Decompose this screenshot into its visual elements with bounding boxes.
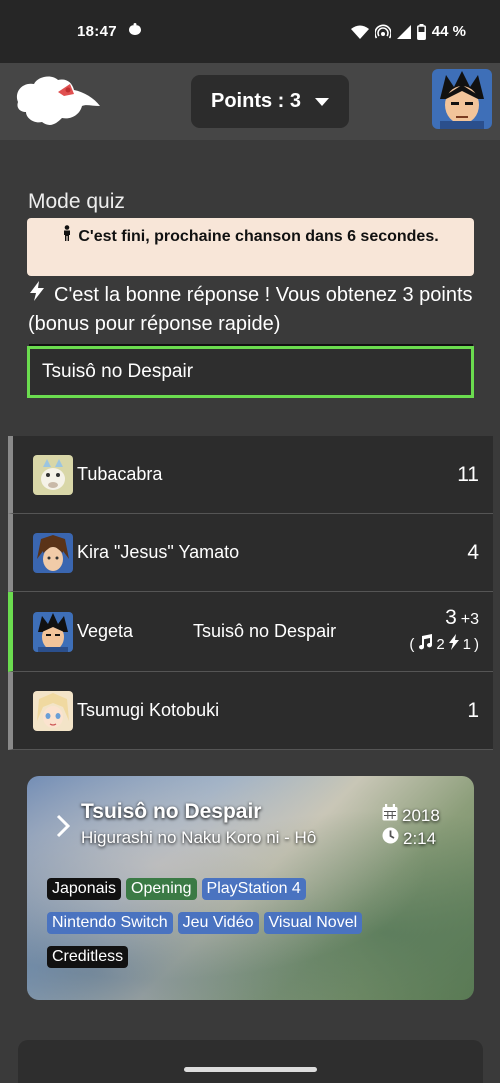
result-text: C'est la bonne réponse ! Vous obtenez 3 … xyxy=(28,284,473,335)
player-row: Tubacabra 11 xyxy=(8,436,493,514)
tag-media: Jeu Vidéo xyxy=(177,912,259,934)
player-name: Kira "Jesus" Yamato xyxy=(77,542,240,562)
song-year: 2018 xyxy=(402,806,440,825)
song-source: Higurashi no Naku Koro ni - Hô xyxy=(81,828,317,847)
battery-percent: 44 % xyxy=(431,23,466,40)
points-dropdown-button[interactable]: Points : 3 xyxy=(191,75,349,128)
player-name: Tubacabra xyxy=(77,464,163,484)
status-time: 18:47 xyxy=(77,23,117,40)
song-title: Tsuisô no Despair xyxy=(81,800,262,823)
alert-text: C'est fini, prochaine chanson dans 6 sec… xyxy=(78,228,439,245)
player-name: Vegeta xyxy=(77,621,134,641)
music-points: 2 xyxy=(436,635,445,653)
song-info-card[interactable]: Tsuisô no Despair Higurashi no Naku Koro… xyxy=(27,776,474,1000)
battery-icon xyxy=(416,23,426,40)
chevron-down-icon xyxy=(315,97,329,106)
tag-platform: Nintendo Switch xyxy=(47,912,173,934)
status-bar: 18:47 44 % xyxy=(0,0,500,63)
avatar[interactable] xyxy=(432,69,492,129)
next-song-alert: C'est fini, prochaine chanson dans 6 sec… xyxy=(27,218,474,276)
wifi-icon xyxy=(350,25,369,39)
bottom-panel xyxy=(18,1040,483,1083)
result-message: C'est la bonne réponse ! Vous obtenez 3 … xyxy=(28,281,478,339)
page-title: Mode quiz xyxy=(28,190,125,213)
tag-creditless: Creditless xyxy=(47,946,129,968)
lightning-icon xyxy=(28,281,46,310)
mascot-logo-icon[interactable] xyxy=(12,72,104,132)
avatar xyxy=(33,533,73,573)
tag-language: Japonais xyxy=(47,878,122,900)
avatar xyxy=(33,691,73,731)
player-score: 4 xyxy=(467,540,479,564)
player-row: Vegeta Tsuisô no Despair 3 +3 ( 2 1 ) xyxy=(8,592,493,672)
player-row: Tsumugi Kotobuki 1 xyxy=(8,672,493,750)
music-note-icon xyxy=(417,634,433,654)
player-bonus: +3 xyxy=(460,611,479,628)
player-row: Kira "Jesus" Yamato 4 xyxy=(8,514,493,592)
chevron-right-icon[interactable] xyxy=(55,814,71,843)
song-tags: Japonais Opening PlayStation 4 Nintendo … xyxy=(47,878,467,980)
avatar xyxy=(33,455,73,495)
answer-input[interactable]: Tsuisô no Despair xyxy=(27,346,474,398)
home-indicator[interactable] xyxy=(184,1067,317,1072)
app-header: Points : 3 xyxy=(0,63,500,140)
calendar-icon xyxy=(382,804,398,827)
song-meta: 2018 2:14 xyxy=(382,804,440,850)
score-detail: ( 2 1 ) xyxy=(409,634,479,654)
tag-platform: PlayStation 4 xyxy=(201,878,306,900)
answer-input-value: Tsuisô no Despair xyxy=(42,361,194,382)
signal-icon xyxy=(396,24,411,39)
tag-type: Opening xyxy=(126,878,197,900)
speed-points: 1 xyxy=(462,635,471,653)
hotspot-icon xyxy=(374,24,391,40)
person-icon xyxy=(62,225,72,248)
player-score-block: 3 +3 ( 2 1 ) xyxy=(409,606,479,654)
player-score: 1 xyxy=(467,698,479,722)
clock-icon xyxy=(382,827,399,850)
player-score: 3 xyxy=(445,606,457,629)
notification-icon xyxy=(127,22,143,41)
player-name: Tsumugi Kotobuki xyxy=(77,700,220,720)
avatar xyxy=(33,612,73,652)
player-score: 11 xyxy=(457,462,479,486)
points-label: Points : 3 xyxy=(210,90,301,112)
player-answer: Tsuisô no Despair xyxy=(193,621,337,641)
player-list: Tubacabra 11 Kira "Jesus" Yamato 4 Veget… xyxy=(8,436,493,750)
lightning-icon xyxy=(448,634,460,654)
tag-genre: Visual Novel xyxy=(263,912,363,934)
song-duration: 2:14 xyxy=(403,829,437,848)
